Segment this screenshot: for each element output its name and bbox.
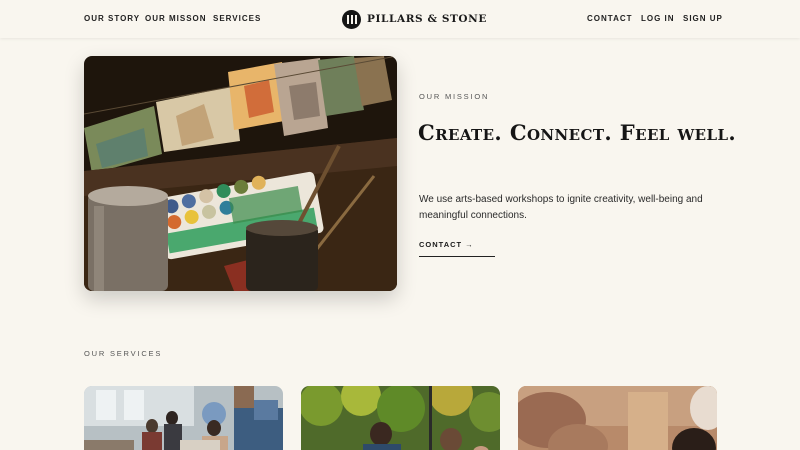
watercolor-paints-photo — [84, 56, 397, 291]
outdoor-group-photo — [301, 386, 500, 450]
nav-sign-up[interactable]: SIGN UP — [683, 14, 723, 23]
hero-title: Create. Connect. Feel well. — [418, 120, 737, 145]
top-navigation: OUR STORY OUR MISSON SERVICES PILLARS & … — [0, 0, 800, 38]
hero-description: We use arts-based workshops to ignite cr… — [419, 194, 703, 221]
nav-contact[interactable]: CONTACT — [587, 14, 633, 23]
service-card-painting[interactable] — [518, 386, 717, 450]
pillars-icon — [342, 9, 361, 29]
nav-our-story[interactable]: OUR STORY — [84, 14, 140, 23]
hero-image — [84, 56, 397, 291]
service-card-workshop[interactable] — [84, 386, 283, 450]
nav-log-in[interactable]: LOG IN — [641, 14, 675, 23]
nav-our-mission[interactable]: OUR MISSON — [145, 14, 207, 23]
mission-eyebrow: OUR MISSION — [419, 92, 490, 101]
arrow-right-icon: → — [465, 240, 474, 249]
nav-services[interactable]: SERVICES — [213, 14, 261, 23]
service-card-outdoor[interactable] — [301, 386, 500, 450]
close-up-painting-photo — [518, 386, 717, 450]
brand-name: PILLARS & STONE — [367, 13, 487, 25]
contact-button-label: CONTACT — [419, 240, 463, 249]
workshop-room-photo — [84, 386, 283, 450]
brand-logo[interactable]: PILLARS & STONE — [342, 9, 487, 29]
services-eyebrow: OUR SERVICES — [84, 349, 163, 358]
contact-button[interactable]: CONTACT → — [419, 240, 495, 257]
